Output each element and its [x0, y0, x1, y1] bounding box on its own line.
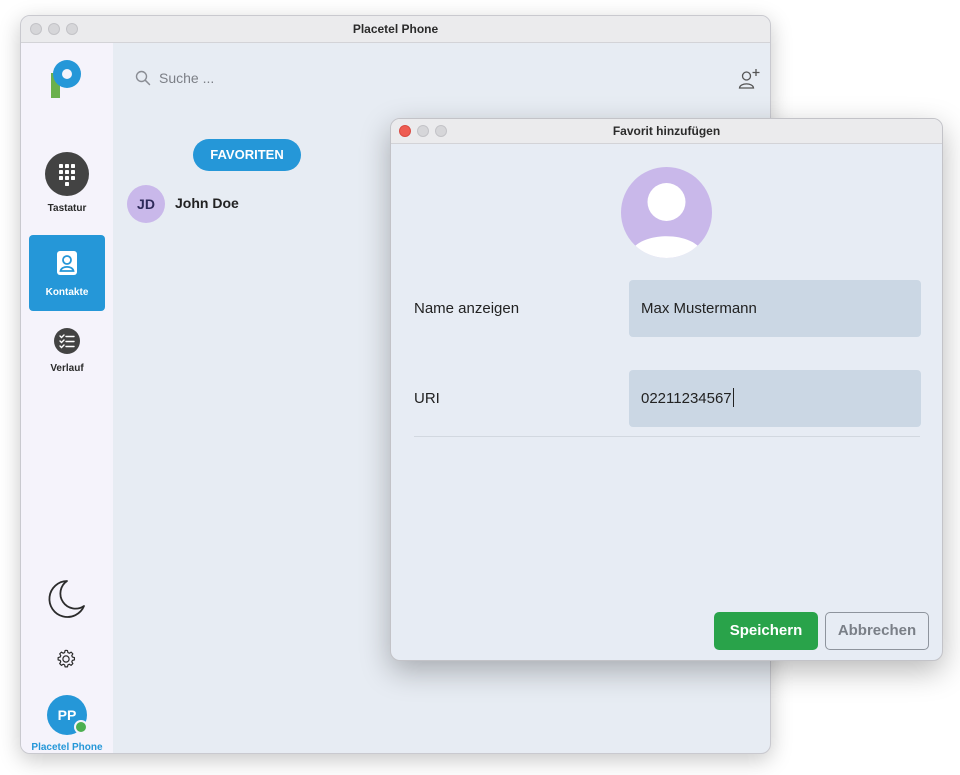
name-input[interactable]: Max Mustermann: [629, 280, 921, 337]
main-titlebar: Placetel Phone: [21, 16, 770, 43]
contact-avatar: JD: [127, 185, 165, 223]
add-contact-icon[interactable]: [737, 67, 761, 91]
add-favorite-dialog: Favorit hinzufügen Name anzeigen Max Mus…: [390, 118, 943, 661]
save-button[interactable]: Speichern: [714, 612, 818, 650]
contact-name: John Doe: [175, 195, 239, 211]
moon-icon[interactable]: [47, 578, 87, 620]
profile-label: Placetel Phone: [31, 742, 103, 753]
uri-input-value: 02211234567: [641, 390, 732, 407]
search-icon: [135, 70, 151, 86]
history-icon: [54, 328, 80, 354]
keypad-icon: [45, 152, 89, 196]
online-status-indicator: [74, 720, 88, 734]
sidebar-item-verlauf[interactable]: Verlauf: [29, 325, 105, 385]
sidebar-item-label: Verlauf: [50, 363, 84, 374]
sidebar-item-label: Kontakte: [45, 287, 89, 298]
contacts-icon: [57, 251, 77, 275]
sidebar-item-label: Tastatur: [47, 203, 87, 214]
sidebar: Tastatur Kontakte Verlauf PP Placetel Ph…: [21, 43, 113, 753]
sidebar-item-tastatur[interactable]: Tastatur: [29, 147, 105, 217]
name-field-label: Name anzeigen: [414, 300, 520, 317]
favorite-avatar[interactable]: [621, 167, 712, 258]
form-divider: [414, 436, 920, 437]
window-title: Placetel Phone: [352, 22, 439, 36]
search-input[interactable]: Suche ...: [159, 70, 214, 86]
text-cursor: [732, 388, 734, 408]
dialog-title: Favorit hinzufügen: [612, 124, 721, 138]
gear-icon[interactable]: [55, 648, 77, 670]
cancel-button[interactable]: Abbrechen: [825, 612, 929, 650]
dialog-titlebar: Favorit hinzufügen: [391, 119, 942, 144]
uri-input[interactable]: 02211234567: [629, 370, 921, 427]
person-icon: [629, 183, 704, 258]
favoriten-filter-button[interactable]: FAVORITEN: [193, 139, 301, 171]
placetel-logo: [51, 60, 81, 98]
sidebar-item-kontakte[interactable]: Kontakte: [29, 235, 105, 311]
uri-field-label: URI: [414, 390, 440, 407]
